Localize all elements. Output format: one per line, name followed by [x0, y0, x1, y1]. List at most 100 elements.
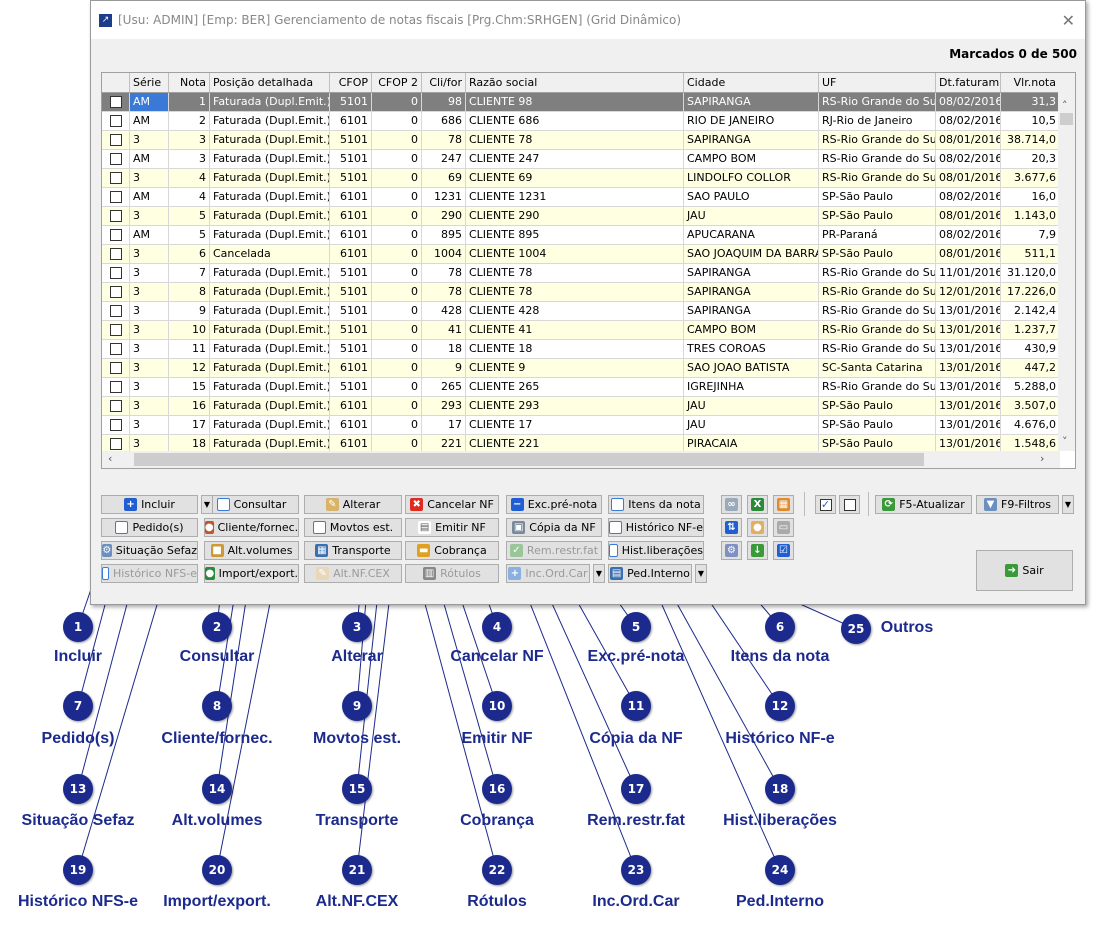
row-checkbox[interactable] — [109, 286, 122, 298]
sort-button[interactable]: ⇅ — [721, 518, 742, 537]
check-all-button[interactable]: ✓ — [815, 495, 836, 514]
column-header[interactable]: Dt.faturam — [936, 73, 1001, 93]
column-header[interactable]: Série — [130, 73, 169, 93]
row-checkbox-cell[interactable] — [102, 378, 130, 397]
row-checkbox[interactable] — [109, 343, 122, 355]
itens-nota-button[interactable]: Itens da nota — [608, 495, 704, 514]
row-checkbox[interactable] — [109, 115, 122, 127]
table-row[interactable]: 3 8 Faturada (Dupl.Emit.) 5101 0 78 CLIENTE 78… — [102, 283, 1060, 302]
scroll-down-icon[interactable]: ˅ — [1062, 435, 1068, 448]
table-row[interactable]: AM 2 Faturada (Dupl.Emit.) 6101 0 686 CLIENTE … — [102, 112, 1060, 131]
transporte-button[interactable]: ▦ Transporte — [304, 541, 402, 560]
atualizar-button[interactable]: ⟳ F5-Atualizar — [875, 495, 972, 514]
alt-volumes-button[interactable]: ■ Alt.volumes — [204, 541, 299, 560]
table-row[interactable]: 3 15 Faturada (Dupl.Emit.) 5101 0 265 CLIENTE … — [102, 378, 1060, 397]
printer-button[interactable]: ▭ — [773, 518, 794, 537]
table-row[interactable]: 3 9 Faturada (Dupl.Emit.) 5101 0 428 CLIENTE 4… — [102, 302, 1060, 321]
cliente-button[interactable]: ● Cliente/fornec. — [204, 518, 299, 537]
row-checkbox[interactable] — [109, 153, 122, 165]
uncheck-all-button[interactable] — [839, 495, 860, 514]
layout-button[interactable]: ▦ — [773, 495, 794, 514]
column-header[interactable]: CFOP 2 — [372, 73, 422, 93]
emitir-button[interactable]: ▤ Emitir NF — [405, 518, 499, 537]
row-checkbox[interactable] — [109, 229, 122, 241]
row-checkbox-cell[interactable] — [102, 226, 130, 245]
import-button[interactable]: ● Import/export. — [204, 564, 299, 583]
table-row[interactable]: 3 10 Faturada (Dupl.Emit.) 5101 0 41 CLIENTE 4… — [102, 321, 1060, 340]
alt-cex-button[interactable]: ✎ Alt.NF.CEX — [304, 564, 402, 583]
row-checkbox-cell[interactable] — [102, 93, 130, 112]
historico-nfe-button[interactable]: Histórico NF-e — [608, 518, 704, 537]
row-checkbox[interactable] — [109, 400, 122, 412]
row-checkbox[interactable] — [109, 172, 122, 184]
row-checkbox[interactable] — [109, 191, 122, 203]
column-header[interactable]: UF — [819, 73, 936, 93]
incluir-dropdown-arrow[interactable]: ▼ — [201, 495, 213, 514]
table-row[interactable]: 3 12 Faturada (Dupl.Emit.) 6101 0 9 CLIENTE 9S… — [102, 359, 1060, 378]
rotulos-button[interactable]: ▥ Rótulos — [405, 564, 499, 583]
table-row[interactable]: 3 11 Faturada (Dupl.Emit.) 5101 0 18 CLIENTE 1… — [102, 340, 1060, 359]
excel-button[interactable]: X — [747, 495, 768, 514]
inc-ord-dropdown-arrow[interactable]: ▼ — [593, 564, 605, 583]
column-header[interactable]: Razão social — [466, 73, 684, 93]
row-checkbox-cell[interactable] — [102, 169, 130, 188]
scroll-thumb[interactable] — [1060, 113, 1073, 125]
row-checkbox[interactable] — [109, 96, 122, 108]
vertical-scrollbar[interactable]: ˄ ˅ — [1058, 73, 1075, 451]
row-checkbox[interactable] — [109, 267, 122, 279]
row-checkbox[interactable] — [109, 305, 122, 317]
palette-button[interactable]: ● — [747, 518, 768, 537]
sair-button[interactable]: ➜ Sair — [976, 550, 1073, 591]
download-button[interactable]: ↓ — [747, 541, 768, 560]
hist-lib-button[interactable]: Hist.liberações — [608, 541, 704, 560]
row-checkbox-cell[interactable] — [102, 245, 130, 264]
filtros-dropdown-arrow[interactable]: ▼ — [1062, 495, 1074, 514]
row-checkbox-cell[interactable] — [102, 188, 130, 207]
row-checkbox[interactable] — [109, 248, 122, 260]
table-row[interactable]: 3 7 Faturada (Dupl.Emit.) 5101 0 78 CLIENTE 78… — [102, 264, 1060, 283]
situacao-button[interactable]: ⚙ Situação Sefaz — [101, 541, 198, 560]
close-button[interactable]: ✕ — [1062, 11, 1075, 30]
table-row[interactable]: 3 5 Faturada (Dupl.Emit.) 6101 0 290 CLIENTE 2… — [102, 207, 1060, 226]
row-checkbox[interactable] — [109, 324, 122, 336]
checklist-button[interactable]: ☑ — [773, 541, 794, 560]
scroll-up-icon[interactable]: ˄ — [1062, 99, 1068, 112]
row-checkbox-cell[interactable] — [102, 283, 130, 302]
horizontal-scrollbar[interactable]: ‹ › — [102, 451, 1060, 468]
inc-ord-button[interactable]: + Inc.Ord.Car — [506, 564, 590, 583]
scroll-left-icon[interactable]: ‹ — [108, 452, 112, 465]
scroll-right-icon[interactable]: › — [1040, 452, 1044, 465]
rem-restr-button[interactable]: ✓ Rem.restr.fat — [506, 541, 602, 560]
table-row[interactable]: 3 16 Faturada (Dupl.Emit.) 6101 0 293 CLIENTE … — [102, 397, 1060, 416]
cobranca-button[interactable]: ▬ Cobrança — [405, 541, 499, 560]
row-checkbox[interactable] — [109, 134, 122, 146]
table-row[interactable]: 3 17 Faturada (Dupl.Emit.) 6101 0 17 CLIENTE 1… — [102, 416, 1060, 435]
row-checkbox-cell[interactable] — [102, 321, 130, 340]
row-checkbox[interactable] — [109, 419, 122, 431]
incluir-button[interactable]: + Incluir — [101, 495, 198, 514]
binoculars-button[interactable]: ∞ — [721, 495, 742, 514]
historico-nfse-button[interactable]: Histórico NFS-e — [101, 564, 198, 583]
hscroll-thumb[interactable] — [134, 453, 924, 466]
row-checkbox-cell[interactable] — [102, 112, 130, 131]
row-checkbox[interactable] — [109, 381, 122, 393]
copia-button[interactable]: ▣ Cópia da NF — [506, 518, 602, 537]
row-checkbox[interactable] — [109, 362, 122, 374]
table-row[interactable]: 3 4 Faturada (Dupl.Emit.) 5101 0 69 CLIENTE 69… — [102, 169, 1060, 188]
row-checkbox-cell[interactable] — [102, 340, 130, 359]
row-checkbox-cell[interactable] — [102, 150, 130, 169]
exc-pre-nota-button[interactable]: − Exc.pré-nota — [506, 495, 602, 514]
column-header[interactable]: Posição detalhada — [210, 73, 330, 93]
row-checkbox-cell[interactable] — [102, 207, 130, 226]
movtos-button[interactable]: Movtos est. — [304, 518, 402, 537]
table-row[interactable]: 3 6 Cancelada 6101 0 1004 CLIENTE 1004 SAO JOAQ… — [102, 245, 1060, 264]
table-row[interactable]: 3 3 Faturada (Dupl.Emit.) 5101 0 78 CLIENTE 78… — [102, 131, 1060, 150]
row-checkbox[interactable] — [109, 210, 122, 222]
consultar-button[interactable]: Consultar — [204, 495, 299, 514]
table-row[interactable]: AM 4 Faturada (Dupl.Emit.) 6101 0 1231 CLIENTE… — [102, 188, 1060, 207]
row-checkbox-cell[interactable] — [102, 302, 130, 321]
table-row[interactable]: AM 3 Faturada (Dupl.Emit.) 5101 0 247 CLIENTE … — [102, 150, 1060, 169]
column-header[interactable]: CFOP — [330, 73, 372, 93]
ped-interno-button[interactable]: ▤ Ped.Interno — [608, 564, 692, 583]
column-header[interactable] — [102, 73, 130, 93]
